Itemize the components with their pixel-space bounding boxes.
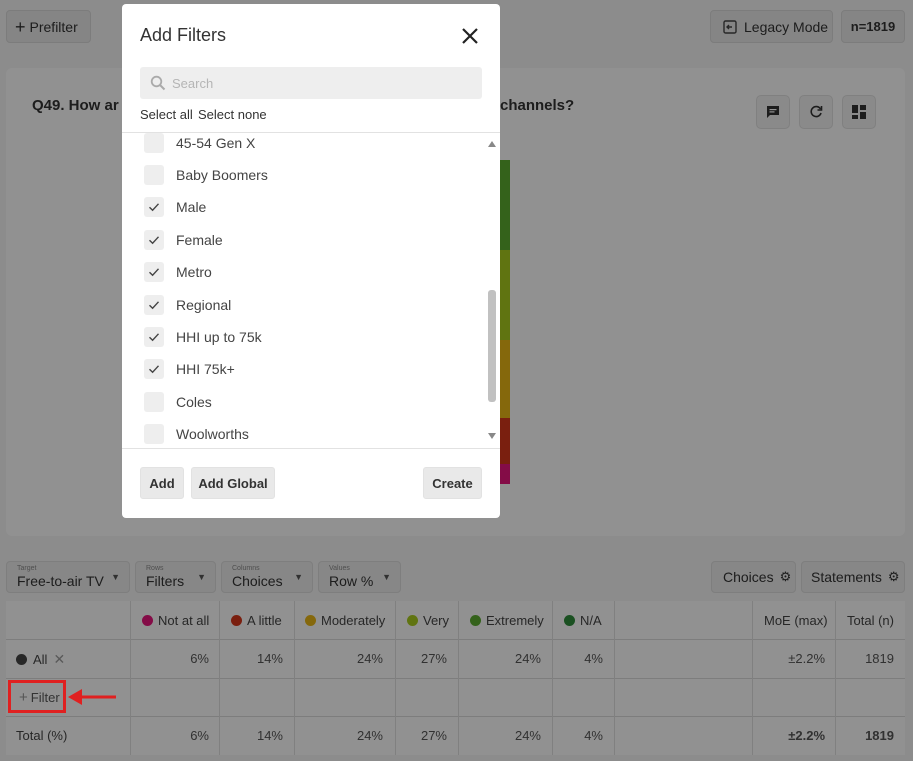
option-label: Metro (176, 264, 212, 280)
check-icon (149, 268, 160, 277)
add-filters-dialog: Add Filters Select all Select none 45-54… (122, 4, 500, 518)
checkbox-checked[interactable] (144, 295, 164, 315)
dialog-title: Add Filters (140, 25, 227, 45)
option-label: HHI 75k+ (176, 361, 235, 377)
checkbox[interactable] (144, 133, 164, 153)
list-item[interactable]: HHI up to 75k (144, 325, 262, 349)
divider (122, 448, 500, 449)
select-none-link[interactable]: Select none (198, 107, 267, 122)
highlight-box (8, 680, 66, 713)
checkbox[interactable] (144, 165, 164, 185)
list-item[interactable]: Regional (144, 293, 231, 317)
scroll-down-icon[interactable] (488, 433, 496, 439)
check-icon (149, 203, 160, 212)
search-input[interactable] (140, 67, 482, 99)
check-icon (149, 365, 160, 374)
checkbox[interactable] (144, 424, 164, 444)
list-item[interactable]: 45-54 Gen X (144, 131, 255, 155)
option-label: Male (176, 199, 207, 215)
option-label: Regional (176, 297, 232, 313)
checkbox-checked[interactable] (144, 327, 164, 347)
check-icon (149, 301, 160, 310)
check-icon (149, 236, 160, 245)
list-item[interactable]: Female (144, 228, 223, 252)
select-all-link[interactable]: Select all (140, 107, 193, 122)
option-label: Female (176, 232, 223, 248)
list-item[interactable]: Woolworths (144, 422, 249, 446)
list-item[interactable]: Coles (144, 390, 212, 414)
option-label: Woolworths (176, 426, 249, 442)
checkbox-checked[interactable] (144, 197, 164, 217)
search-icon (150, 75, 166, 91)
checkbox[interactable] (144, 392, 164, 412)
scrollbar[interactable] (486, 132, 498, 442)
list-item[interactable]: HHI 75k+ (144, 357, 235, 381)
list-item[interactable]: Baby Boomers (144, 163, 268, 187)
close-icon[interactable] (458, 24, 482, 48)
create-button[interactable]: Create (423, 467, 482, 499)
scroll-thumb[interactable] (488, 290, 496, 402)
checkbox-checked[interactable] (144, 262, 164, 282)
arrow-left-icon (68, 689, 116, 705)
list-item[interactable]: Metro (144, 260, 212, 284)
checkbox-checked[interactable] (144, 359, 164, 379)
option-label: HHI up to 75k (176, 329, 262, 345)
option-label: Baby Boomers (176, 167, 268, 183)
scroll-up-icon[interactable] (488, 141, 496, 147)
option-label: 45-54 Gen X (176, 135, 256, 151)
option-label: Coles (176, 394, 212, 410)
add-global-button[interactable]: Add Global (191, 467, 275, 499)
add-button[interactable]: Add (140, 467, 184, 499)
checkbox-checked[interactable] (144, 230, 164, 250)
check-icon (149, 333, 160, 342)
list-item[interactable]: Male (144, 195, 206, 219)
